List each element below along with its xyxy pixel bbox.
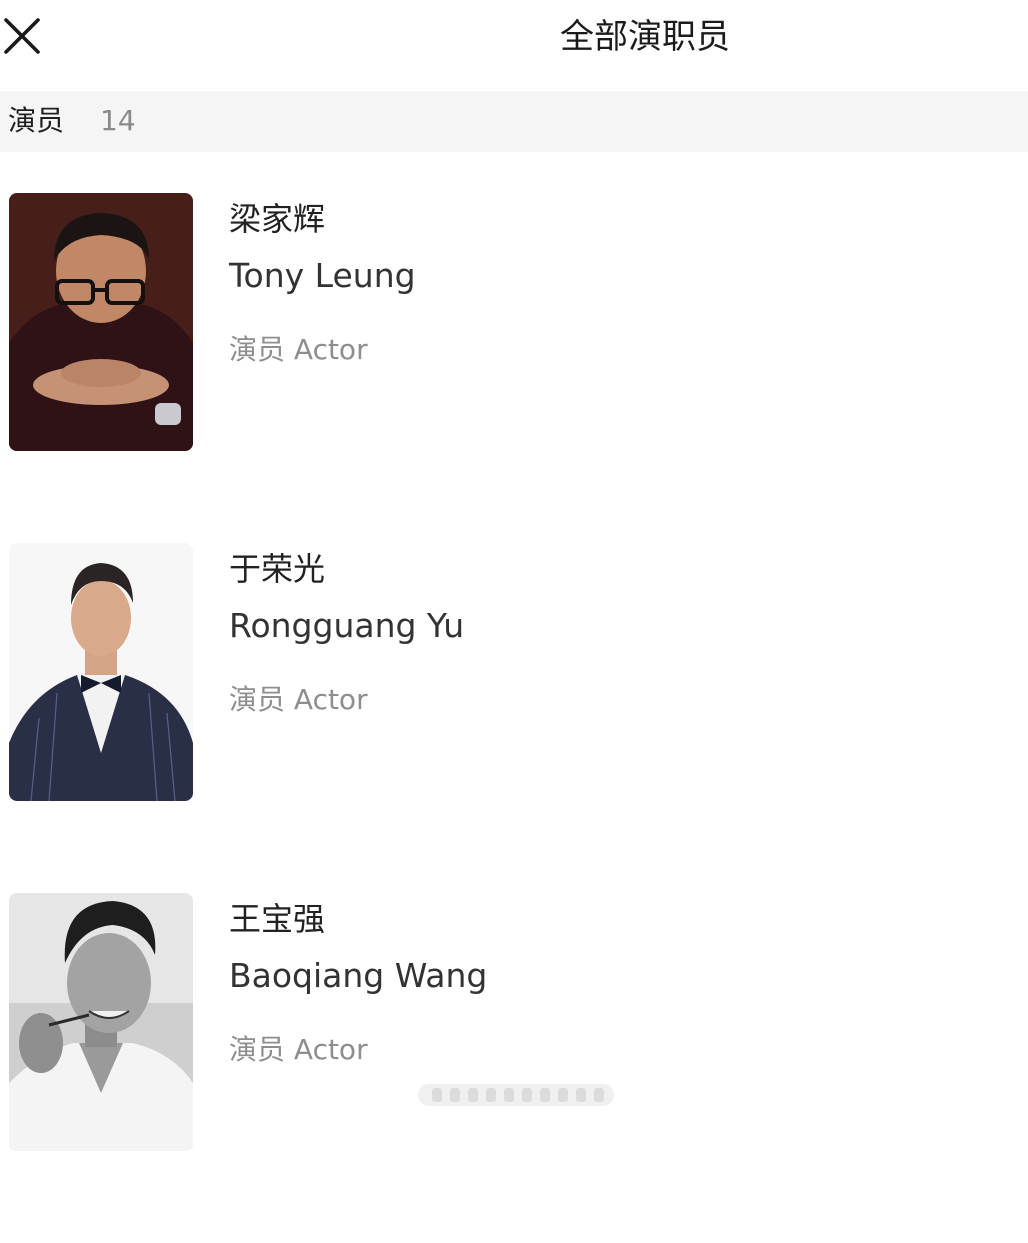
section-header: 演员 14 [0, 91, 1028, 152]
section-label: 演员 [8, 104, 65, 137]
actor-role: 演员 Actor [229, 1033, 368, 1066]
actor-name-english: Rongguang Yu [229, 606, 465, 645]
actor-role: 演员 Actor [229, 333, 368, 366]
portrait-photo [9, 193, 193, 451]
page-title: 全部演职员 [560, 17, 730, 57]
cast-item[interactable]: 梁家辉 Tony Leung 演员 Actor [0, 193, 1028, 543]
section-count: 14 [100, 104, 136, 137]
actor-name-chinese: 梁家辉 [229, 200, 326, 238]
actor-name-english: Baoqiang Wang [229, 956, 488, 995]
actor-name-chinese: 王宝强 [229, 900, 326, 938]
top-bar: 全部演职员 [0, 0, 1028, 86]
cast-item[interactable]: 王宝强 Baoqiang Wang 演员 Actor [0, 893, 1028, 1243]
actor-name-chinese: 于荣光 [229, 550, 326, 588]
portrait-photo [9, 893, 193, 1151]
watermark-logo [416, 1078, 616, 1108]
actor-role: 演员 Actor [229, 683, 368, 716]
actor-name-english: Tony Leung [229, 256, 416, 295]
cast-item[interactable]: 于荣光 Rongguang Yu 演员 Actor [0, 543, 1028, 893]
portrait-photo [9, 543, 193, 801]
